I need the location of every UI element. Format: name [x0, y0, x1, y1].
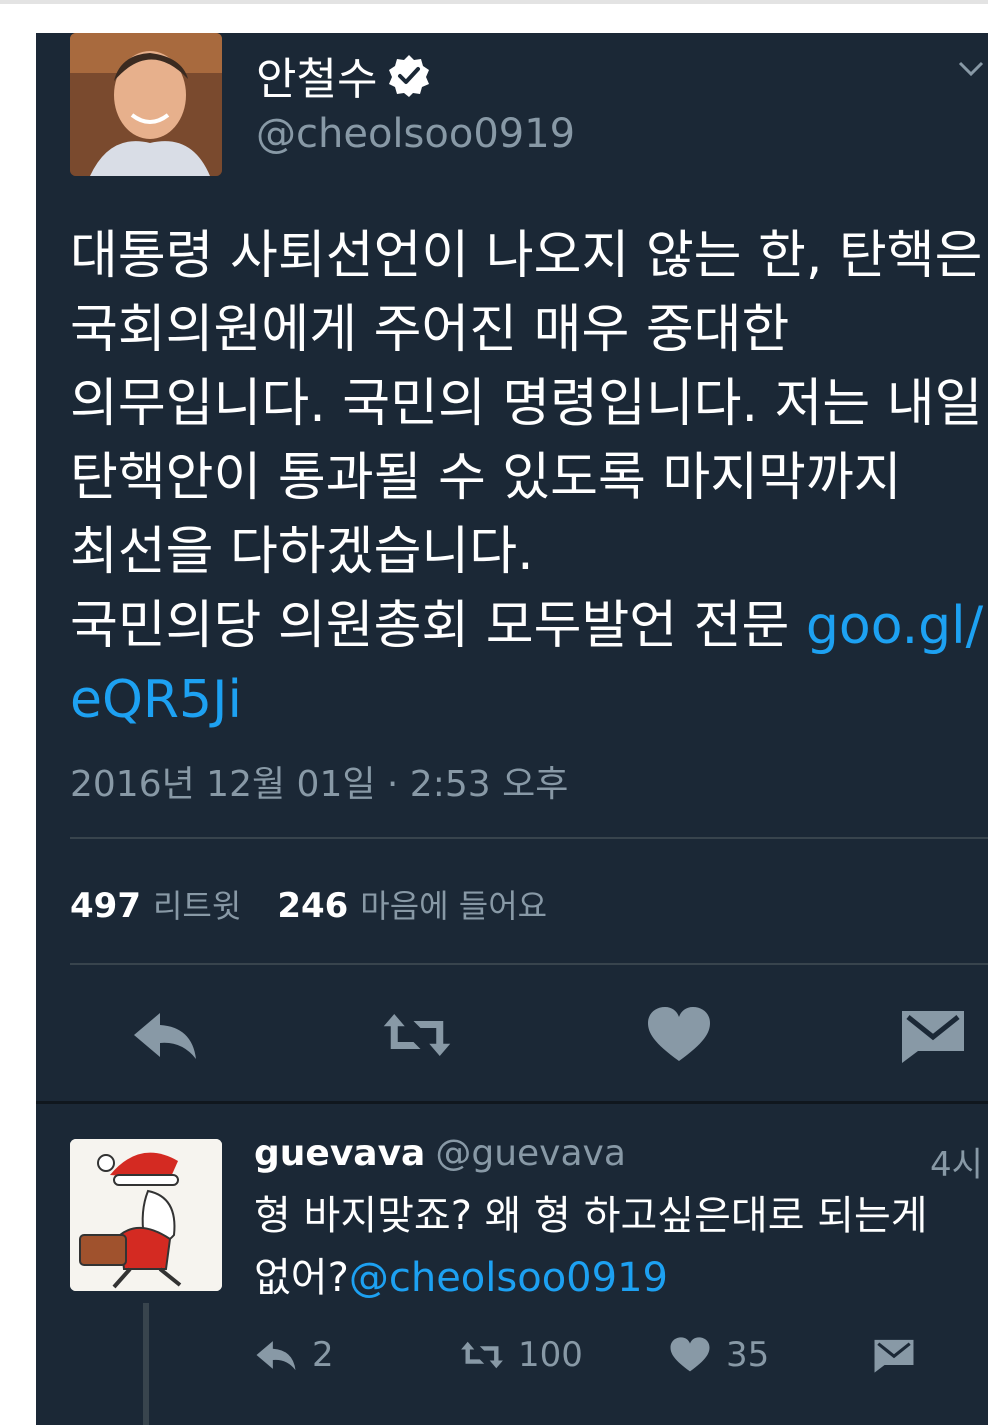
tweet-text-line: 국민의당 의원총회 모두발언 전문 goo.gl/	[70, 589, 988, 663]
section-divider	[36, 1101, 988, 1104]
retweet-icon	[461, 1341, 503, 1369]
reply-time: 4시	[930, 1145, 983, 1185]
like-label: 마음에 들어요	[360, 887, 548, 925]
reply-retweet-count: 100	[518, 1335, 583, 1375]
tweet-text: 대통령 사퇴선언이 나오지 않는 한, 탄핵은 국회의원에게 주어진 매우 중대…	[70, 219, 988, 737]
reply-reply-count: 2	[312, 1335, 334, 1375]
retweet-icon[interactable]	[382, 1005, 452, 1065]
reply-retweet-action[interactable]: 100	[460, 1335, 583, 1375]
author-avatar[interactable]	[70, 33, 222, 176]
tweet-timestamp: 2016년 12월 01일 · 2:53 오후	[70, 764, 569, 805]
tweet-text-line-lead: 국민의당 의원총회 모두발언 전문	[70, 596, 806, 656]
author-handle[interactable]: @cheolsoo0919	[256, 111, 575, 157]
reply-author-name[interactable]: guevava	[254, 1133, 425, 1174]
tweet-text-line: 탄핵안이 통과될 수 있도록 마지막까지	[70, 448, 902, 508]
divider	[70, 837, 988, 839]
reply-message-action[interactable]	[872, 1335, 916, 1375]
reply-text-line: 없어?@cheolsoo0919	[254, 1247, 928, 1309]
reply-icon	[256, 1341, 296, 1371]
heart-icon[interactable]	[644, 1005, 714, 1065]
reply-like-count: 35	[726, 1335, 770, 1375]
reply-like-action[interactable]: 35	[668, 1335, 769, 1375]
tweet-detail-screen: 안철수 @cheolsoo0919 대통령 사퇴선언이 나오지 않는 한, 탄핵…	[36, 33, 988, 1425]
tweet-link-part2[interactable]: eQR5Ji	[70, 663, 988, 737]
reply-mention-link[interactable]: @cheolsoo0919	[349, 1255, 668, 1301]
author-display-name[interactable]: 안철수	[256, 43, 377, 107]
heart-icon	[670, 1337, 710, 1372]
tweet-stats: 497 리트윗 246 마음에 들어요	[70, 881, 547, 927]
reply-text: 형 바지맞죠? 왜 형 하고싶은대로 되는게 없어?@cheolsoo0919	[254, 1185, 928, 1309]
thread-line	[143, 1303, 149, 1425]
message-icon	[874, 1339, 914, 1373]
reply-reply-action[interactable]: 2	[254, 1335, 334, 1375]
retweet-label: 리트윗	[152, 887, 242, 925]
reply-avatar[interactable]	[70, 1139, 222, 1291]
divider	[70, 963, 988, 965]
like-stat[interactable]: 246 마음에 들어요	[277, 881, 547, 927]
chevron-down-icon[interactable]	[956, 53, 986, 83]
verified-badge-icon	[389, 55, 430, 97]
tweet-text-line: 의무입니다. 국민의 명령입니다. 저는 내일	[70, 374, 983, 434]
reply-icon[interactable]	[130, 1005, 200, 1065]
reply-text-prefix: 없어?	[254, 1255, 349, 1301]
author-name-row[interactable]: 안철수	[256, 43, 431, 107]
retweet-count: 497	[70, 886, 141, 926]
tweet-text-line: 국회의원에게 주어진 매우 중대한	[70, 300, 790, 360]
top-border	[0, 0, 988, 4]
retweet-stat[interactable]: 497 리트윗	[70, 881, 241, 927]
message-icon[interactable]	[898, 1005, 968, 1065]
tweet-text-line: 대통령 사퇴선언이 나오지 않는 한, 탄핵은	[70, 226, 983, 286]
reply-header[interactable]: guevava @guevava	[254, 1133, 626, 1174]
reply-author-handle[interactable]: @guevava	[435, 1133, 626, 1174]
reply-text-line: 형 바지맞죠? 왜 형 하고싶은대로 되는게	[254, 1193, 928, 1239]
like-count: 246	[277, 886, 349, 926]
tweet-text-line: 최선을 다하겠습니다.	[70, 522, 534, 582]
tweet-link-part1[interactable]: goo.gl/	[806, 596, 983, 656]
